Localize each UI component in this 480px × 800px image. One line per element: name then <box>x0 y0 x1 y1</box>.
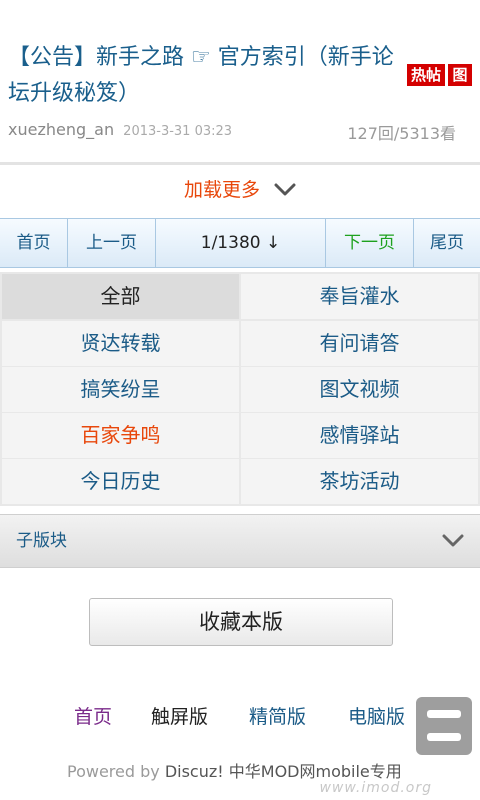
menu-bar-bottom <box>427 733 461 741</box>
next-page-button[interactable]: 下一页 <box>326 219 414 267</box>
load-more-label: 加载更多 <box>183 179 260 201</box>
thread-author[interactable]: xuezheng_an <box>8 120 114 139</box>
pagination-bar: 首页 上一页 1/1380 ↓ 下一页 尾页 <box>0 218 480 268</box>
footer-link-touch[interactable]: 触屏版 <box>151 700 208 734</box>
thread-title[interactable]: 【公告】新手之路 ☞ 官方索引（新手论坛升级秘笈） <box>8 40 408 112</box>
category-grid: 全部 奉旨灌水 贤达转载 有问请答 搞笑纷呈 图文视频 百家争鸣 感情驿站 今日… <box>0 272 480 506</box>
category-history[interactable]: 今日历史 <box>2 459 239 504</box>
category-media[interactable]: 图文视频 <box>241 367 478 412</box>
thread-meta: xuezheng_an 2013-3-31 03:23 <box>8 120 232 139</box>
menu-bar-top <box>427 710 461 718</box>
site-watermark: www.imod.org <box>319 780 432 796</box>
chevron-down-icon <box>442 533 464 552</box>
powered-prefix: Powered by <box>67 762 165 781</box>
subforum-label: 子版块 <box>16 531 67 551</box>
powered-brand[interactable]: Discuz! 中华MOD网mobile专用 <box>165 762 402 781</box>
last-page-button[interactable]: 尾页 <box>414 219 480 267</box>
hot-thread-badge: 热帖 <box>407 64 446 86</box>
category-debate[interactable]: 百家争鸣 <box>2 413 239 458</box>
load-more-button[interactable]: 加载更多 <box>0 165 480 217</box>
chevron-down-icon <box>274 166 296 216</box>
favorite-forum-button[interactable]: 收藏本版 <box>89 598 393 646</box>
first-page-button[interactable]: 首页 <box>0 219 68 267</box>
category-funny[interactable]: 搞笑纷呈 <box>2 367 239 412</box>
category-all[interactable]: 全部 <box>2 274 239 319</box>
prev-page-button[interactable]: 上一页 <box>68 219 156 267</box>
footer-link-home[interactable]: 首页 <box>74 700 112 734</box>
page-selector[interactable]: 1/1380 ↓ <box>156 219 326 267</box>
menu-icon[interactable] <box>416 697 472 755</box>
category-water[interactable]: 奉旨灌水 <box>241 274 478 319</box>
image-badge: 图 <box>448 64 472 86</box>
footer-nav: 首页 触屏版 精简版 电脑版 <box>0 700 480 734</box>
powered-by: Powered by Discuz! 中华MOD网mobile专用 <box>67 758 402 782</box>
top-strip <box>0 0 480 25</box>
thread-card[interactable]: 【公告】新手之路 ☞ 官方索引（新手论坛升级秘笈） 热帖 图 xuezheng_… <box>0 24 480 165</box>
thread-date: 2013-3-31 03:23 <box>123 124 233 139</box>
thread-stats: 127回/5313看 <box>347 124 456 143</box>
category-events[interactable]: 茶坊活动 <box>241 459 478 504</box>
category-qa[interactable]: 有问请答 <box>241 321 478 366</box>
footer-link-desktop[interactable]: 电脑版 <box>348 700 405 734</box>
category-emotion[interactable]: 感情驿站 <box>241 413 478 458</box>
category-repost[interactable]: 贤达转载 <box>2 321 239 366</box>
subforum-toggle[interactable]: 子版块 <box>0 514 480 568</box>
footer-link-lite[interactable]: 精简版 <box>249 700 306 734</box>
